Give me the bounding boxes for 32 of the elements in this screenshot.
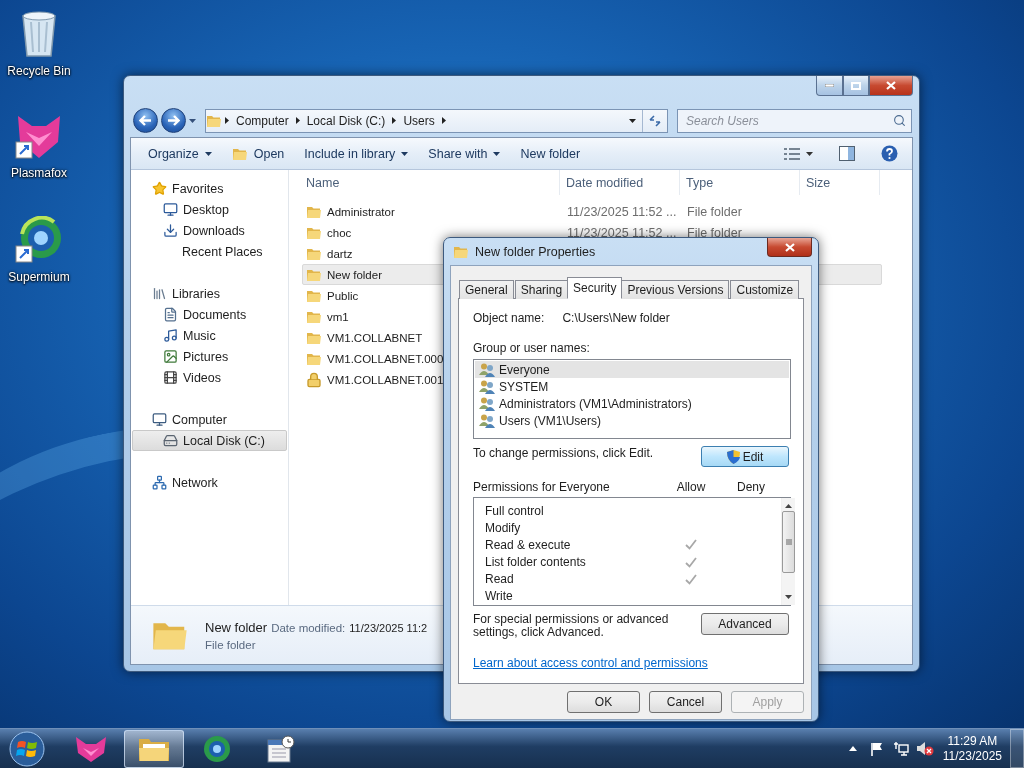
permission-name: List folder contents (485, 555, 587, 570)
dialog-title: New folder Properties (475, 244, 597, 259)
file-name: vm1 (327, 310, 349, 323)
file-name: VM1.COLLABNET.001 (327, 373, 444, 386)
object-name-label: Object name: (473, 311, 545, 325)
permission-name: Write (485, 589, 514, 604)
permission-name: Read & execute (485, 537, 572, 552)
allow-label: Allow (675, 480, 707, 494)
permissions-label: Permissions for Everyone (473, 480, 611, 494)
type-cell-text: File folder (686, 225, 743, 240)
permission-name: Modify (485, 520, 522, 535)
object-name-value: C:\Users\New folder (562, 311, 670, 325)
file-name: choc (327, 226, 352, 239)
detail-value: 11/23/2025 11:2 (349, 621, 428, 634)
permission-name: Read (485, 572, 515, 587)
date-cell-text: 11/23/2025 11:52 ... (566, 204, 678, 219)
change-hint: To change permissions, click Edit. (473, 446, 654, 460)
file-name: dartz (327, 247, 353, 260)
file-name: VM1.COLLABNET (327, 331, 423, 344)
detail-type: File folder (205, 638, 257, 651)
date-cell-text: 11/23/2025 11:52 ... (566, 225, 678, 240)
advanced-hint: For special permissions or advanced settings, click Advanced. (473, 613, 670, 639)
group-label: Group or user names: (473, 341, 591, 355)
detail-name: New folder (205, 619, 268, 635)
detail-label: Date modified: (271, 621, 346, 634)
file-name: VM1.COLLABNET.000 (327, 352, 444, 365)
file-name: New folder (327, 268, 382, 281)
file-name: Public (327, 289, 359, 302)
type-cell-text: File folder (686, 204, 743, 219)
deny-label: Deny (736, 480, 766, 494)
permission-name: Full control (485, 503, 545, 518)
file-name: Administrator (327, 205, 395, 218)
